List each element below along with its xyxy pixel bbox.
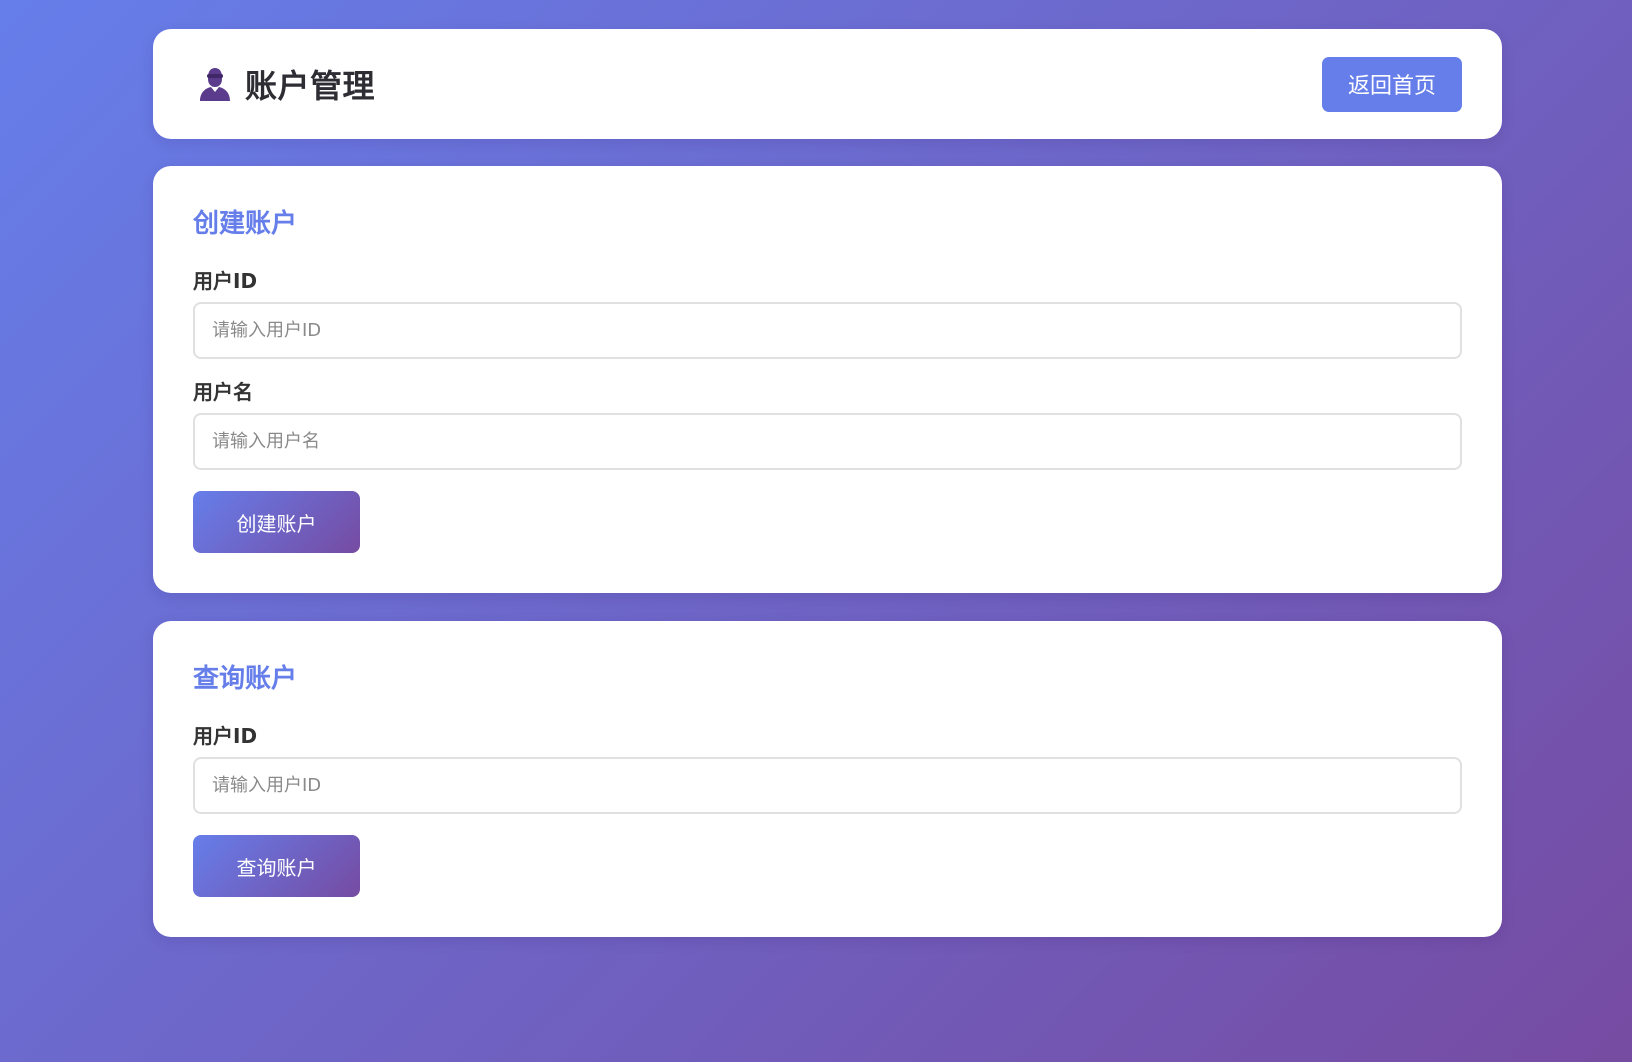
- create-account-title: 创建账户: [193, 209, 298, 239]
- query-user-id-label: 用户ID: [193, 724, 258, 748]
- page-title: 账户管理: [245, 67, 376, 105]
- home-button[interactable]: 返回首页: [1322, 56, 1462, 112]
- create-account-button[interactable]: 创建账户: [193, 491, 360, 553]
- create-username-input[interactable]: [193, 413, 1462, 470]
- create-account-card: 创建账户 用户ID 用户名 创建账户: [153, 166, 1502, 593]
- page-container: 账户管理 返回首页 创建账户 用户ID 用户名 创建账户 查询账户 用户ID 查…: [153, 29, 1502, 965]
- create-user-id-label: 用户ID: [193, 269, 258, 293]
- header-card: 账户管理 返回首页: [153, 29, 1502, 139]
- query-account-card: 查询账户 用户ID 查询账户: [153, 621, 1502, 937]
- query-account-button[interactable]: 查询账户: [193, 835, 360, 897]
- query-account-title: 查询账户: [193, 664, 298, 694]
- create-username-label: 用户名: [193, 380, 253, 404]
- create-user-id-input[interactable]: [193, 302, 1462, 359]
- title-wrap: 账户管理: [199, 61, 375, 107]
- user-icon: [199, 67, 231, 101]
- query-user-id-input[interactable]: [193, 757, 1462, 814]
